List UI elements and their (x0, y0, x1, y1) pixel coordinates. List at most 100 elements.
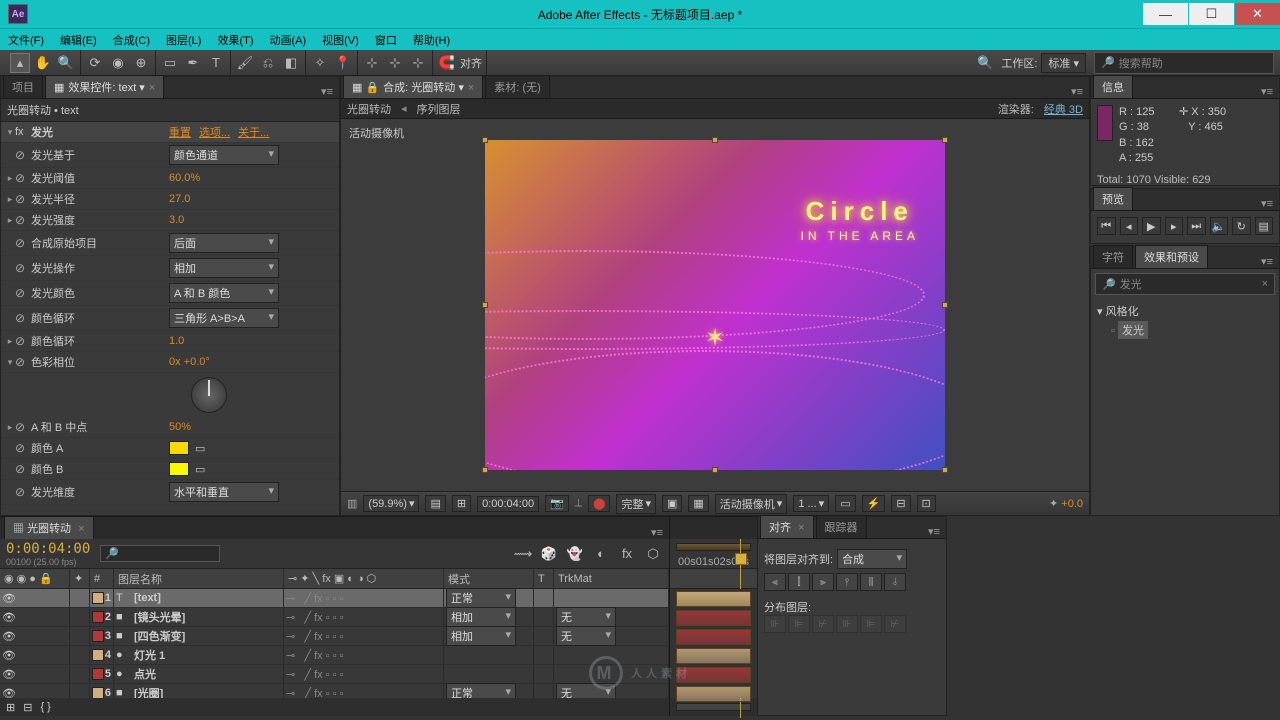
layer-row[interactable]: 👁 5 ●点光 ⊸ ╱ fx ▫ ▫ ▫ (0, 665, 669, 684)
fast-preview-icon[interactable]: ⚡ (862, 495, 886, 512)
layer-bar[interactable] (676, 686, 751, 702)
grid-icon[interactable]: ⊞ (452, 495, 471, 512)
local-axis-icon[interactable]: ⊹ (362, 53, 382, 73)
loop-button[interactable]: ↻ (1232, 217, 1251, 235)
color-a-swatch[interactable] (169, 441, 189, 455)
mute-button[interactable]: 🔈 (1210, 217, 1229, 235)
ep-category[interactable]: ▾ 风格化 (1097, 303, 1273, 319)
layer-bar[interactable] (676, 667, 751, 683)
close-button[interactable]: ✕ (1235, 3, 1280, 25)
tab-comp[interactable]: ▦ 🔒合成: 光圈转动 ▾× (343, 75, 483, 98)
align-bottom-icon[interactable]: ⫰ (884, 573, 906, 591)
resolution-dropdown[interactable]: 完整 ▾ (616, 494, 656, 514)
panel-menu-icon[interactable]: ▾≡ (315, 85, 339, 98)
tl-3d-icon[interactable]: ⬡ (643, 544, 663, 564)
tab-effect-controls[interactable]: ▦效果控件: text ▾× (45, 75, 164, 98)
next-frame-button[interactable]: ▸ (1165, 217, 1184, 235)
tab-info[interactable]: 信息 (1093, 75, 1133, 98)
menu-animation[interactable]: 动画(A) (270, 32, 307, 48)
pixel-aspect-icon[interactable]: ▭ (835, 495, 855, 512)
close-icon[interactable]: × (149, 82, 155, 94)
tl-icon-2[interactable]: 🎲 (539, 544, 559, 564)
tl-brackets-icon[interactable]: { } (40, 701, 50, 713)
snapshot-icon[interactable]: 📷 (545, 495, 569, 512)
rotate-tool[interactable]: ⟳ (85, 53, 105, 73)
exposure-value[interactable]: ✦ +0.0 (1049, 497, 1083, 510)
timeline-search[interactable]: 🔎 (100, 545, 220, 562)
camera-tool[interactable]: ◉ (108, 53, 128, 73)
align-target-dropdown[interactable]: 合成 (837, 549, 907, 569)
layer-bar[interactable] (676, 610, 751, 626)
col-trkmat[interactable]: TrkMat (554, 569, 669, 588)
tl-blur-icon[interactable]: ◐ (591, 544, 611, 564)
play-button[interactable]: ▶ (1142, 217, 1161, 235)
tab-tracker[interactable]: 跟踪器 (816, 515, 867, 538)
align-right-icon[interactable]: ⫸ (812, 573, 834, 591)
zoom-tool[interactable]: 🔍 (56, 53, 76, 73)
channels-icon[interactable]: ⬤ (588, 495, 610, 512)
tab-align[interactable]: 对齐 × (760, 515, 814, 538)
align-hcenter-icon[interactable]: ⫿ (788, 573, 810, 591)
effects-search[interactable]: 🔎 发光× (1095, 273, 1275, 295)
hand-tool[interactable]: ✋ (33, 53, 53, 73)
tl-toggle-modes-icon[interactable]: ⊟ (23, 701, 32, 714)
roto-tool[interactable]: ✧ (310, 53, 330, 73)
brush-tool[interactable]: 🖌 (235, 53, 255, 73)
last-frame-button[interactable]: ⏭ (1187, 217, 1206, 235)
align-left-icon[interactable]: ⫷ (764, 573, 786, 591)
color-b-swatch[interactable] (169, 462, 189, 476)
layer-row[interactable]: 👁 3 ■[四色渐变] ⊸ ╱ fx ▫ ▫ ▫ 相加无 (0, 627, 669, 646)
panel-menu-icon[interactable]: ▾≡ (1065, 85, 1089, 98)
align-top-icon[interactable]: ⫯ (836, 573, 858, 591)
timeline-tracks[interactable]: 00s01s02s03s (670, 517, 757, 716)
val-3[interactable]: 3.0 (169, 214, 184, 226)
shape-tool[interactable]: ▭ (160, 53, 180, 73)
tab-footage[interactable]: 素材: (无) (485, 75, 549, 98)
layer-bar[interactable] (676, 591, 751, 607)
menu-effect[interactable]: 效果(T) (217, 32, 253, 48)
val-2[interactable]: 27.0 (169, 193, 190, 205)
tl-shy-icon[interactable]: 👻 (565, 544, 585, 564)
search-comp-icon[interactable]: 🔍 (975, 53, 995, 73)
align-vcenter-icon[interactable]: ⫼ (860, 573, 882, 591)
minimize-button[interactable]: — (1143, 3, 1188, 25)
snap-icon[interactable]: 🧲 (437, 53, 457, 73)
ep-item-glow[interactable]: ▫ 发光 (1097, 319, 1273, 341)
dd-7[interactable]: 三角形 A>B>A (169, 308, 279, 328)
eraser-tool[interactable]: ◧ (281, 53, 301, 73)
prev-frame-button[interactable]: ◂ (1120, 217, 1139, 235)
dd-6[interactable]: A 和 B 颜色 (169, 283, 279, 303)
tab-preview[interactable]: 预览 (1093, 187, 1133, 210)
menu-file[interactable]: 文件(F) (8, 32, 44, 48)
renderer-link[interactable]: 经典 3D (1044, 101, 1083, 117)
pan-behind-tool[interactable]: ⊕ (131, 53, 151, 73)
layer-row[interactable]: 👁 1 T[text] ⊸ ╱ fx ▫ ▫ ▫ 正常 (0, 589, 669, 608)
effect-name[interactable]: 发光 (29, 124, 169, 140)
timecode-display[interactable]: 0:00:04:00 (477, 496, 539, 512)
layer-bar[interactable] (676, 629, 751, 645)
tab-character[interactable]: 字符 (1093, 245, 1133, 268)
views-dropdown[interactable]: 1 ... ▾ (793, 495, 829, 512)
timeline-icon[interactable]: ⊟ (891, 495, 910, 512)
ram-preview-button[interactable]: ▤ (1255, 217, 1274, 235)
menu-edit[interactable]: 编辑(E) (60, 32, 97, 48)
effect-options[interactable]: 选项... (199, 124, 230, 140)
menu-composition[interactable]: 合成(C) (113, 32, 150, 48)
layer-row[interactable]: 👁 4 ●灯光 1 ⊸ ╱ fx ▫ ▫ ▫ (0, 646, 669, 665)
effect-reset[interactable]: 重置 (169, 124, 191, 140)
menu-window[interactable]: 窗口 (375, 32, 397, 48)
workspace-dropdown[interactable]: 标准 ▾ (1041, 53, 1086, 73)
menu-help[interactable]: 帮助(H) (413, 32, 450, 48)
puppet-tool[interactable]: 📍 (333, 53, 353, 73)
val-1[interactable]: 60.0% (169, 172, 200, 184)
tl-fx-icon[interactable]: fx (617, 544, 637, 564)
layer-row[interactable]: 👁 6 ■[光圈] ⊸ ╱ fx ▫ ▫ ▫ 正常无 (0, 684, 669, 698)
val-ab-mid[interactable]: 50% (169, 421, 191, 433)
view-axis-icon[interactable]: ⊹ (408, 53, 428, 73)
pen-tool[interactable]: ✒ (183, 53, 203, 73)
effect-about[interactable]: 关于... (238, 124, 269, 140)
dd-5[interactable]: 相加 (169, 258, 279, 278)
timeline-tab[interactable]: ▦ 光圈转动 × (4, 516, 94, 539)
tab-effects-presets[interactable]: 效果和预设 (1135, 245, 1208, 268)
tl-icon-1[interactable]: ⟿ (513, 544, 533, 564)
